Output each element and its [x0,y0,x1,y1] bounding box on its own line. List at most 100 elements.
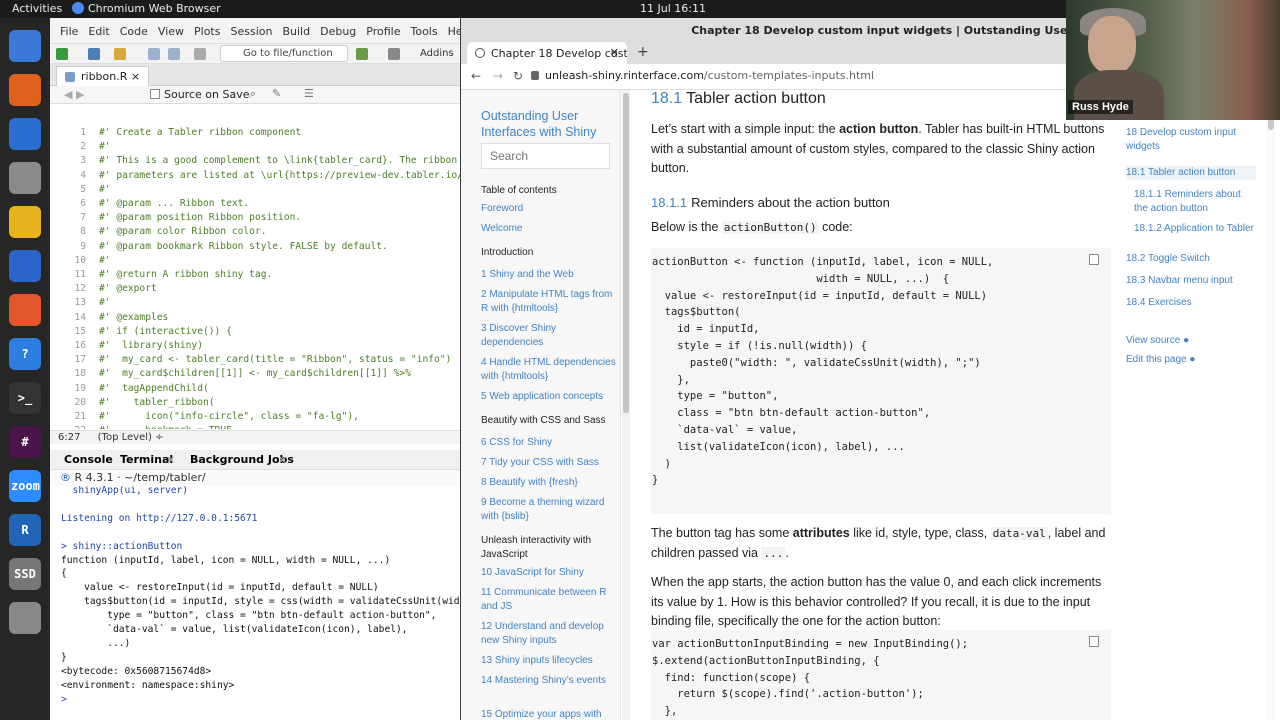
toc-item[interactable]: 2 Manipulate HTML tags from R with {html… [481,288,617,316]
menu-view[interactable]: View [158,25,184,38]
back-icon[interactable]: ← [471,69,481,83]
menu-tools[interactable]: Tools [410,25,437,38]
url-field[interactable]: unleash-shiny.rinterface.com/custom-temp… [531,69,874,82]
software-icon[interactable] [9,294,41,326]
toc-item[interactable]: 6 CSS for Shiny [481,436,617,450]
toc-item[interactable]: 10 JavaScript for Shiny [481,566,617,580]
search-input[interactable]: Search [481,143,610,169]
ssd-icon[interactable]: SSD [9,558,41,590]
back-arrow-icon[interactable]: ◀ ▶ [64,88,84,101]
toc-item[interactable]: 15 Optimize your apps with custom handle… [481,708,617,720]
toc-item[interactable]: 5 Web application concepts [481,390,617,404]
zoom-icon[interactable]: zoom [9,470,41,502]
toc-part-heading[interactable]: Beautify with CSS and Sass [481,414,617,428]
edit-page-link[interactable]: Edit this page ● [1126,353,1256,367]
rhythmbox-icon[interactable] [9,206,41,238]
new-tab-button[interactable]: + [637,44,649,60]
close-tab-icon[interactable]: × [131,70,140,83]
thunderbird-icon[interactable] [9,118,41,150]
menu-session[interactable]: Session [230,25,272,38]
wand-icon[interactable]: ✎ [272,87,281,100]
toc-item[interactable]: 13 Shiny inputs lifecycles [481,654,617,668]
toc-item[interactable]: 9 Become a theming wizard with {bslib} [481,496,617,524]
page-toc-item[interactable]: 18 Develop custom input widgets [1126,126,1256,154]
page-toc-item[interactable]: 18.3 Navbar menu input [1126,274,1256,288]
search-icon[interactable]: ⌕ [250,87,256,101]
line-number: 5 [80,183,86,195]
toc-item[interactable]: 3 Discover Shiny dependencies [481,322,617,350]
slack-icon[interactable]: # [9,426,41,458]
toc-item[interactable]: Foreword [481,202,617,216]
toc-item[interactable]: 12 Understand and develop new Shiny inpu… [481,620,617,648]
close-jobs-icon[interactable]: × [278,453,287,466]
editor-tab-ribbon[interactable]: ribbon.R × [56,66,150,86]
toc-item[interactable]: 8 Beautify with {fresh} [481,476,617,490]
pane-layout-icon[interactable] [388,48,400,60]
page-scrollbar[interactable] [1266,90,1276,720]
page-toc-item[interactable]: 18.1.1 Reminders about the action button [1134,188,1256,216]
page-toc-item[interactable]: 18.1 Tabler action button [1126,166,1256,180]
toc-part-heading[interactable]: Introduction [481,246,617,260]
files-icon[interactable] [9,162,41,194]
menu-file[interactable]: File [60,25,78,38]
browser-tab-chapter18[interactable]: Chapter 18 Develop custo ✕ [467,42,627,64]
open-file-icon[interactable] [114,48,126,60]
menu-edit[interactable]: Edit [88,25,109,38]
goto-file-input[interactable]: Go to file/function [220,45,348,62]
menu-build[interactable]: Build [282,25,310,38]
forward-icon[interactable]: → [493,69,503,83]
compile-report-icon[interactable]: ☰ [304,87,314,100]
addins-menu[interactable]: Addins [420,48,454,59]
toc-item[interactable]: 7 Tidy your CSS with Sass [481,456,617,470]
toc-item[interactable]: 1 Shiny and the Web [481,268,617,282]
scrollbar-thumb[interactable] [623,93,629,413]
tab-console[interactable]: Console [64,453,113,466]
toc-item[interactable]: Welcome [481,222,617,236]
save-icon[interactable] [148,48,160,60]
new-project-icon[interactable] [88,48,100,60]
code-line: #' icon("info-circle", class = "fa-lg"), [99,411,359,422]
console-line: <bytecode: 0x5608715674d8> [61,665,212,677]
save-all-icon[interactable] [168,48,180,60]
book-title-link[interactable]: Outstanding User Interfaces with Shiny [481,108,620,140]
new-file-icon[interactable] [56,48,68,60]
firefox-icon[interactable] [9,74,41,106]
copy-code-icon[interactable] [1089,636,1099,647]
page-toc-item[interactable]: 18.4 Exercises [1126,296,1256,310]
menu-plots[interactable]: Plots [194,25,220,38]
toc-part-heading[interactable]: Unleash interactivity with JavaScript [481,534,617,562]
sidebar-scrollbar[interactable] [622,90,630,720]
r-icon[interactable]: R [9,514,41,546]
toc-item[interactable]: 14 Mastering Shiny’s events [481,674,617,688]
active-app-label[interactable]: Chromium Web Browser [72,2,221,15]
help-icon[interactable]: ? [9,338,41,370]
reload-icon[interactable]: ↻ [513,69,523,83]
page-toc-item[interactable]: 18.2 Toggle Switch [1126,252,1256,266]
source-on-save-checkbox[interactable]: Source on Save [150,88,249,101]
r-file-icon [65,72,75,82]
page-toc-item[interactable]: 18.1.2 Application to Tabler [1134,222,1256,236]
activities-button[interactable]: Activities [12,2,62,15]
menu-help[interactable]: Help [448,25,460,38]
toc-item[interactable]: 4 Handle HTML dependencies with {htmltoo… [481,356,617,384]
vcs-icon[interactable] [356,48,368,60]
print-icon[interactable] [194,48,206,60]
r-console[interactable]: shinyApp(ui, server) Listening on http://… [50,486,460,720]
copy-code-icon[interactable] [1089,254,1099,265]
view-source-link[interactable]: View source ● [1126,334,1256,348]
close-tab-icon[interactable]: ✕ [610,46,619,59]
close-terminal-icon[interactable]: × [166,453,175,466]
drive-icon[interactable] [9,602,41,634]
terminal-icon[interactable]: >_ [9,382,41,414]
toc-item[interactable]: 11 Communicate between R and JS [481,586,617,614]
chromium-icon[interactable] [9,30,41,62]
writer-icon[interactable] [9,250,41,282]
line-number: 3 [80,155,86,167]
menu-debug[interactable]: Debug [320,25,356,38]
menu-code[interactable]: Code [120,25,148,38]
apps-grid-icon[interactable] [9,646,41,678]
menu-profile[interactable]: Profile [366,25,400,38]
scope-selector[interactable]: (Top Level) ÷ [98,432,164,443]
code-editor[interactable]: 1 #' Create a Tabler ribbon component 2 #' 3… [50,124,460,429]
clock[interactable]: 11 Jul 16:11 [640,2,706,15]
